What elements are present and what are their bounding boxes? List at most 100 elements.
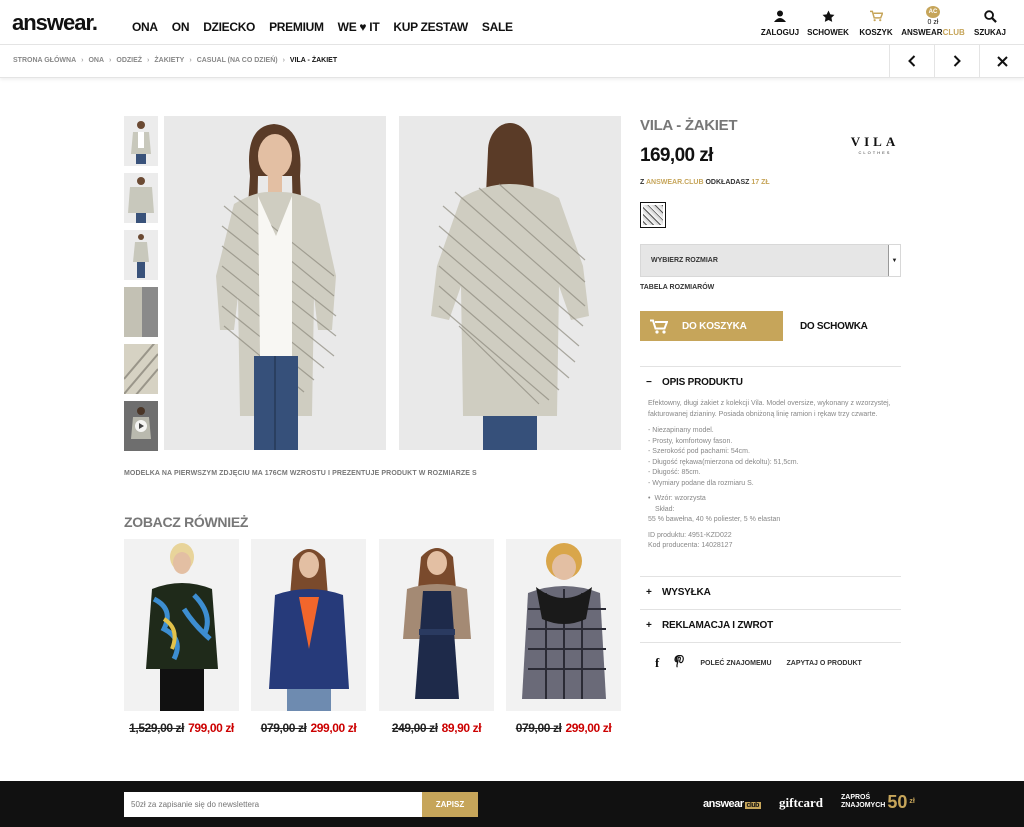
composition-value: 55 % bawełna, 40 % poliester, 5 % elasta… (648, 516, 781, 523)
site-header: answear. ONA ON DZIECKO PREMIUM WE ♥ IT … (0, 0, 1024, 45)
feature-list: - Niezapinany model. - Prosty, komfortow… (648, 426, 900, 489)
accordion-returns-header[interactable]: + REKLAMACJA I ZWROT (646, 620, 773, 631)
nav-item-we-love-it[interactable]: WE ♥ IT (338, 20, 380, 34)
nav-item-dziecko[interactable]: DZIECKO (203, 20, 255, 34)
size-select[interactable]: WYBIERZ ROZMIAR ▼ (640, 244, 901, 277)
nav-item-premium[interactable]: PREMIUM (269, 20, 324, 34)
pinterest-icon[interactable] (674, 654, 685, 671)
answear-club-logo[interactable]: answear club (703, 798, 761, 810)
feature-item: - Niezapinany model. (648, 427, 714, 434)
related-price: 079,00 zł 299,00 zł (506, 721, 621, 735)
feature-item: - Prosty, komfortowy fason. (648, 437, 733, 445)
close-button[interactable] (979, 45, 1024, 77)
product-nav (889, 45, 1024, 77)
related-section-title: ZOBACZ RÓWNIEŻ (124, 514, 249, 530)
close-icon (996, 55, 1008, 67)
facebook-icon[interactable]: f (655, 655, 659, 671)
cart-button[interactable]: KOSZYK (852, 6, 900, 37)
newsletter-subscribe-button[interactable]: ZAPISZ (422, 792, 478, 817)
thumbnail-5[interactable] (124, 344, 158, 394)
related-product-image[interactable] (251, 539, 366, 711)
composition-label: Skład: (655, 505, 675, 513)
accordion-description-header[interactable]: − OPIS PRODUKTU (646, 377, 743, 388)
club-label: ANSWEARCLUB (901, 28, 965, 37)
nav-item-on[interactable]: ON (172, 20, 190, 34)
nav-item-kup-zestaw[interactable]: KUP ZESTAW (393, 20, 468, 34)
breadcrumb: STRONA GŁÓWNA › ONA › ODZIEŻ › ŻAKIETY › CAS… (13, 57, 337, 64)
accordion-shipping-header[interactable]: + WYSYŁKA (646, 587, 711, 598)
nav-item-sale[interactable]: SALE (482, 20, 513, 34)
color-swatch[interactable] (640, 202, 666, 228)
add-to-wishlist-button[interactable]: DO SCHOWKA (800, 321, 868, 332)
brand-sub: CLOTHES (858, 150, 892, 155)
related-price: 1,529,00 zł 799,00 zł (124, 721, 239, 735)
thumbnail-4[interactable] (124, 287, 158, 337)
chevron-right-icon: › (109, 57, 112, 64)
ask-about-product-link[interactable]: ZAPYTAJ O PRODUKT (787, 660, 862, 667)
related-product-4[interactable]: 079,00 zł 299,00 zł (506, 539, 621, 735)
thumbnail-3[interactable] (124, 230, 158, 280)
share-bar: f POLEĆ ZNAJOMEMU ZAPYTAJ O PRODUKT (655, 654, 862, 671)
related-product-image[interactable] (124, 539, 239, 711)
wishlist-button[interactable]: SCHOWEK (804, 6, 852, 37)
add-to-cart-button[interactable]: DO KOSZYKA (640, 311, 783, 341)
recommend-to-friend-link[interactable]: POLEĆ ZNAJOMEMU (700, 660, 771, 667)
related-product-image[interactable] (506, 539, 621, 711)
divider (640, 576, 901, 577)
search-button[interactable]: SZUKAJ (966, 6, 1014, 37)
minus-icon: − (646, 377, 652, 388)
product-price: 169,00 zł (640, 145, 713, 166)
thumbnail-2[interactable] (124, 173, 158, 223)
club-savings-note: Z ANSWEAR.CLUB ODKŁADASZ 17 ZŁ (640, 179, 770, 186)
thumbnail-strip (124, 116, 158, 458)
thumbnail-1[interactable] (124, 116, 158, 166)
accordion-title: REKLAMACJA I ZWROT (662, 620, 774, 631)
chevron-right-icon: › (282, 57, 285, 64)
breadcrumb-ona[interactable]: ONA (88, 57, 104, 64)
sale-price: 89,90 zł (441, 721, 482, 735)
nav-item-ona[interactable]: ONA (132, 20, 158, 34)
search-icon (966, 6, 1014, 26)
newsletter-email-input[interactable] (124, 792, 422, 817)
invite-friends-logo[interactable]: ZAPROŚ ZNAJOMYCH 50 zł (841, 793, 915, 811)
prev-product-button[interactable] (889, 45, 934, 77)
product-title: VILA - ŻAKIET (640, 117, 738, 134)
next-product-button[interactable] (934, 45, 979, 77)
product-image-front[interactable] (164, 116, 386, 450)
login-button[interactable]: ZALOGUJ (756, 6, 804, 37)
chevron-right-icon: › (189, 57, 192, 64)
giftcard-logo[interactable]: giftcard (779, 795, 823, 811)
size-table-link[interactable]: TABELA ROZMIARÓW (640, 284, 714, 291)
search-label: SZUKAJ (973, 28, 1006, 37)
feature-item: - Długość: 85cm. (648, 469, 701, 476)
wishlist-label: SCHOWEK (807, 28, 849, 37)
related-product-1[interactable]: 1,529,00 zł 799,00 zł (124, 539, 239, 735)
description-text: Efektowny, długi żakiet z kolekcji Vila.… (648, 400, 891, 418)
breadcrumb-odziez[interactable]: ODZIEŻ (116, 57, 142, 64)
breadcrumb-zakiety[interactable]: ŻAKIETY (154, 57, 184, 64)
thumbnail-video[interactable] (124, 401, 158, 451)
product-image-back[interactable] (399, 116, 621, 450)
accordion-title: WYSYŁKA (662, 587, 711, 598)
product-description: Efektowny, długi żakiet z kolekcji Vila.… (648, 399, 900, 552)
cart-icon (852, 6, 900, 26)
user-bar: ZALOGUJ SCHOWEK KOSZYK AC 0 zł ANSWEARCL… (756, 6, 1014, 37)
related-product-image[interactable] (379, 539, 494, 711)
sale-price: 299,00 zł (310, 721, 357, 735)
brand-logo[interactable]: VILA CLOTHES (849, 134, 901, 155)
club-badge-icon: AC (926, 6, 940, 18)
site-logo[interactable]: answear. (12, 10, 98, 36)
related-price: 079,00 zł 299,00 zł (251, 721, 366, 735)
sale-price: 799,00 zł (188, 721, 234, 735)
accordion-title: OPIS PRODUKTU (662, 377, 743, 388)
related-product-2[interactable]: 079,00 zł 299,00 zł (251, 539, 366, 735)
breadcrumb-casual[interactable]: CASUAL (NA CO DZIEŃ) (197, 57, 278, 64)
related-product-3[interactable]: 249,00 zł 89,90 zł (379, 539, 494, 735)
feature-item: - Szerokość pod pachami: 54cm. (648, 448, 750, 455)
breadcrumb-home[interactable]: STRONA GŁÓWNA (13, 57, 76, 64)
sale-price: 299,00 zł (565, 721, 612, 735)
club-indicator: AC 0 zł (900, 6, 966, 26)
main-nav: ONA ON DZIECKO PREMIUM WE ♥ IT KUP ZESTA… (132, 20, 513, 34)
feature-item: - Długość rękawa(mierzona od dekoltu): 5… (648, 458, 799, 466)
answear-club-button[interactable]: AC 0 zł ANSWEARCLUB (900, 6, 966, 37)
